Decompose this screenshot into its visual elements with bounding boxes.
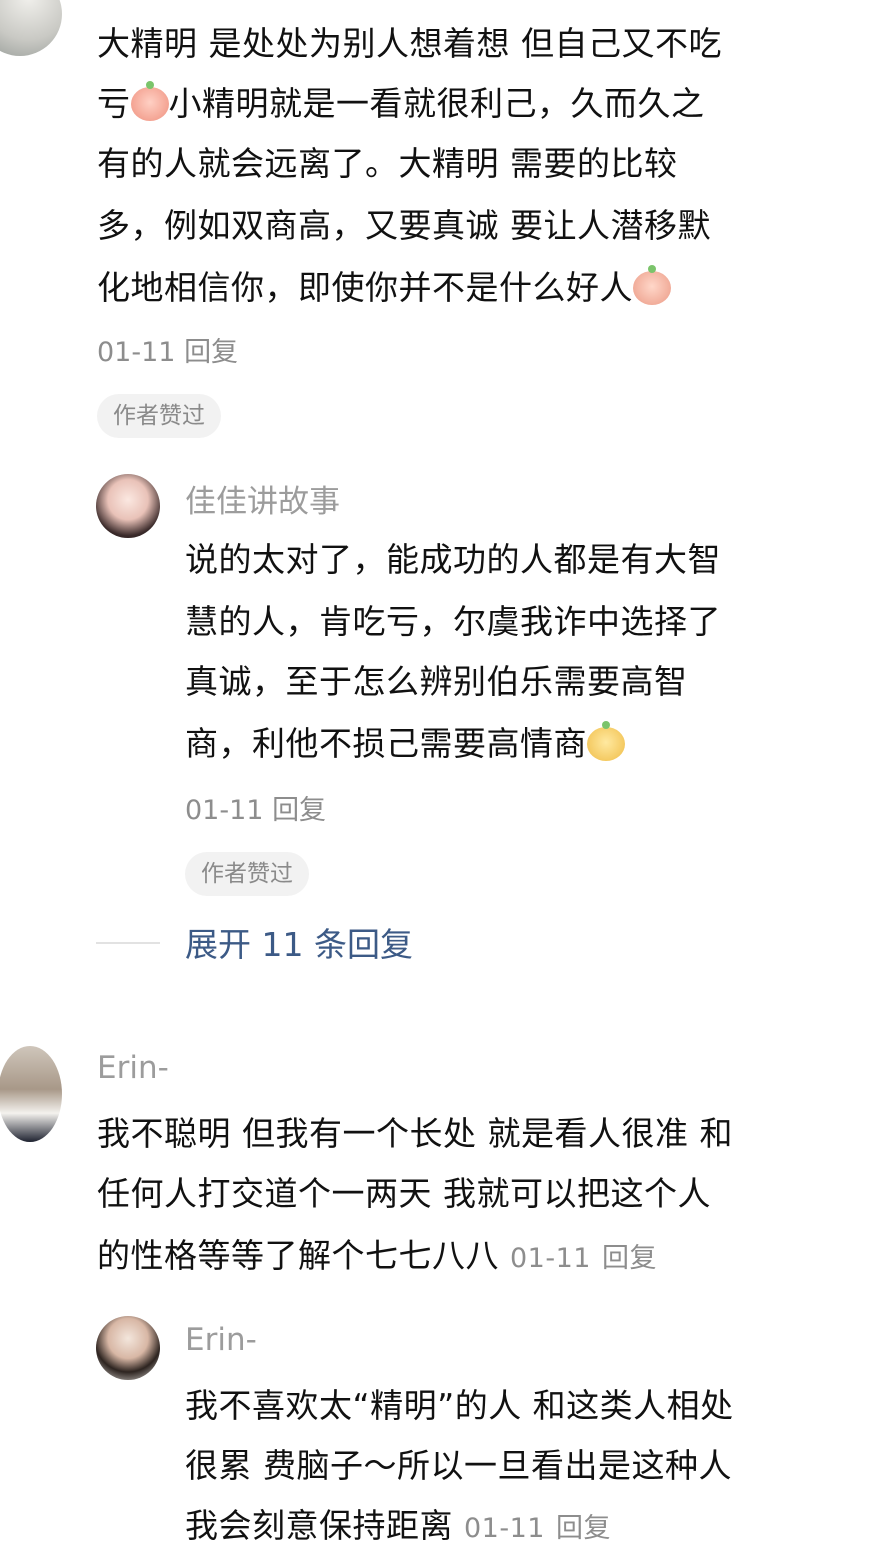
- reply-button[interactable]: 回复: [184, 337, 238, 368]
- comment-date: 01-11: [464, 1513, 545, 1544]
- avatar[interactable]: [0, 0, 62, 56]
- author-liked-badge: 作者赞过: [97, 394, 221, 438]
- comment-text-line: 的性格等等了解个七七八八 01-11 回复: [97, 1236, 657, 1275]
- comment-text-line: 大精明 是处处为别人想着想 但自己又不吃: [97, 24, 722, 63]
- comment-text-line: 亏小精明就是一看就很利己，久而久之: [97, 81, 705, 123]
- commenter-name[interactable]: Erin-: [97, 1050, 169, 1086]
- comment-text-line: 我不聪明 但我有一个长处 就是看人很准 和: [97, 1114, 733, 1153]
- comment-text-line: 我不喜欢太“精明”的人 和这类人相处: [185, 1386, 734, 1425]
- avatar[interactable]: [0, 1046, 62, 1142]
- comment-date: 01-11: [185, 795, 264, 826]
- comment-date: 01-11: [97, 337, 176, 368]
- reply-button[interactable]: 回复: [272, 795, 326, 826]
- comment-date: 01-11: [510, 1243, 591, 1274]
- avatar[interactable]: [96, 1316, 160, 1380]
- comment-text-line: 有的人就会远离了。大精明 需要的比较: [97, 144, 678, 183]
- avatar[interactable]: [96, 474, 160, 538]
- commenter-name[interactable]: 佳佳讲故事: [185, 476, 340, 521]
- reply-button[interactable]: 回复: [602, 1243, 657, 1274]
- commenter-name[interactable]: Erin-: [185, 1322, 257, 1358]
- divider: [96, 942, 160, 944]
- reply-button[interactable]: 回复: [556, 1513, 611, 1544]
- comment-text-line: 说的太对了，能成功的人都是有大智: [185, 540, 721, 579]
- happy-emoji-icon: [587, 721, 625, 761]
- comment-text-line: 多，例如双商高，又要真诚 要让人潜移默: [97, 206, 711, 245]
- comment-text-line: 任何人打交道个一两天 我就可以把这个人: [97, 1174, 711, 1213]
- comment-text-line: 化地相信你，即使你并不是什么好人: [97, 258, 671, 318]
- author-liked-badge: 作者赞过: [185, 852, 309, 896]
- comment-text-line: 真诚，至于怎么辨别伯乐需要高智: [185, 662, 688, 701]
- smirk-emoji-icon: [633, 265, 671, 305]
- comment-text-line: 慧的人，肯吃亏，尔虞我诈中选择了: [185, 602, 721, 641]
- expand-replies-button[interactable]: 展开 11 条回复: [185, 918, 413, 966]
- comment-text-line: 我会刻意保持距离 01-11 回复: [185, 1506, 611, 1545]
- comment-text-line: 很累 费脑子～所以一旦看出是这种人: [185, 1446, 732, 1485]
- cry-emoji-icon: [130, 81, 169, 121]
- comment-meta: 01-11 回复: [185, 788, 326, 827]
- comment-meta: 01-11 回复: [97, 330, 238, 369]
- comment-text-line: 商，利他不损己需要高情商: [185, 714, 625, 774]
